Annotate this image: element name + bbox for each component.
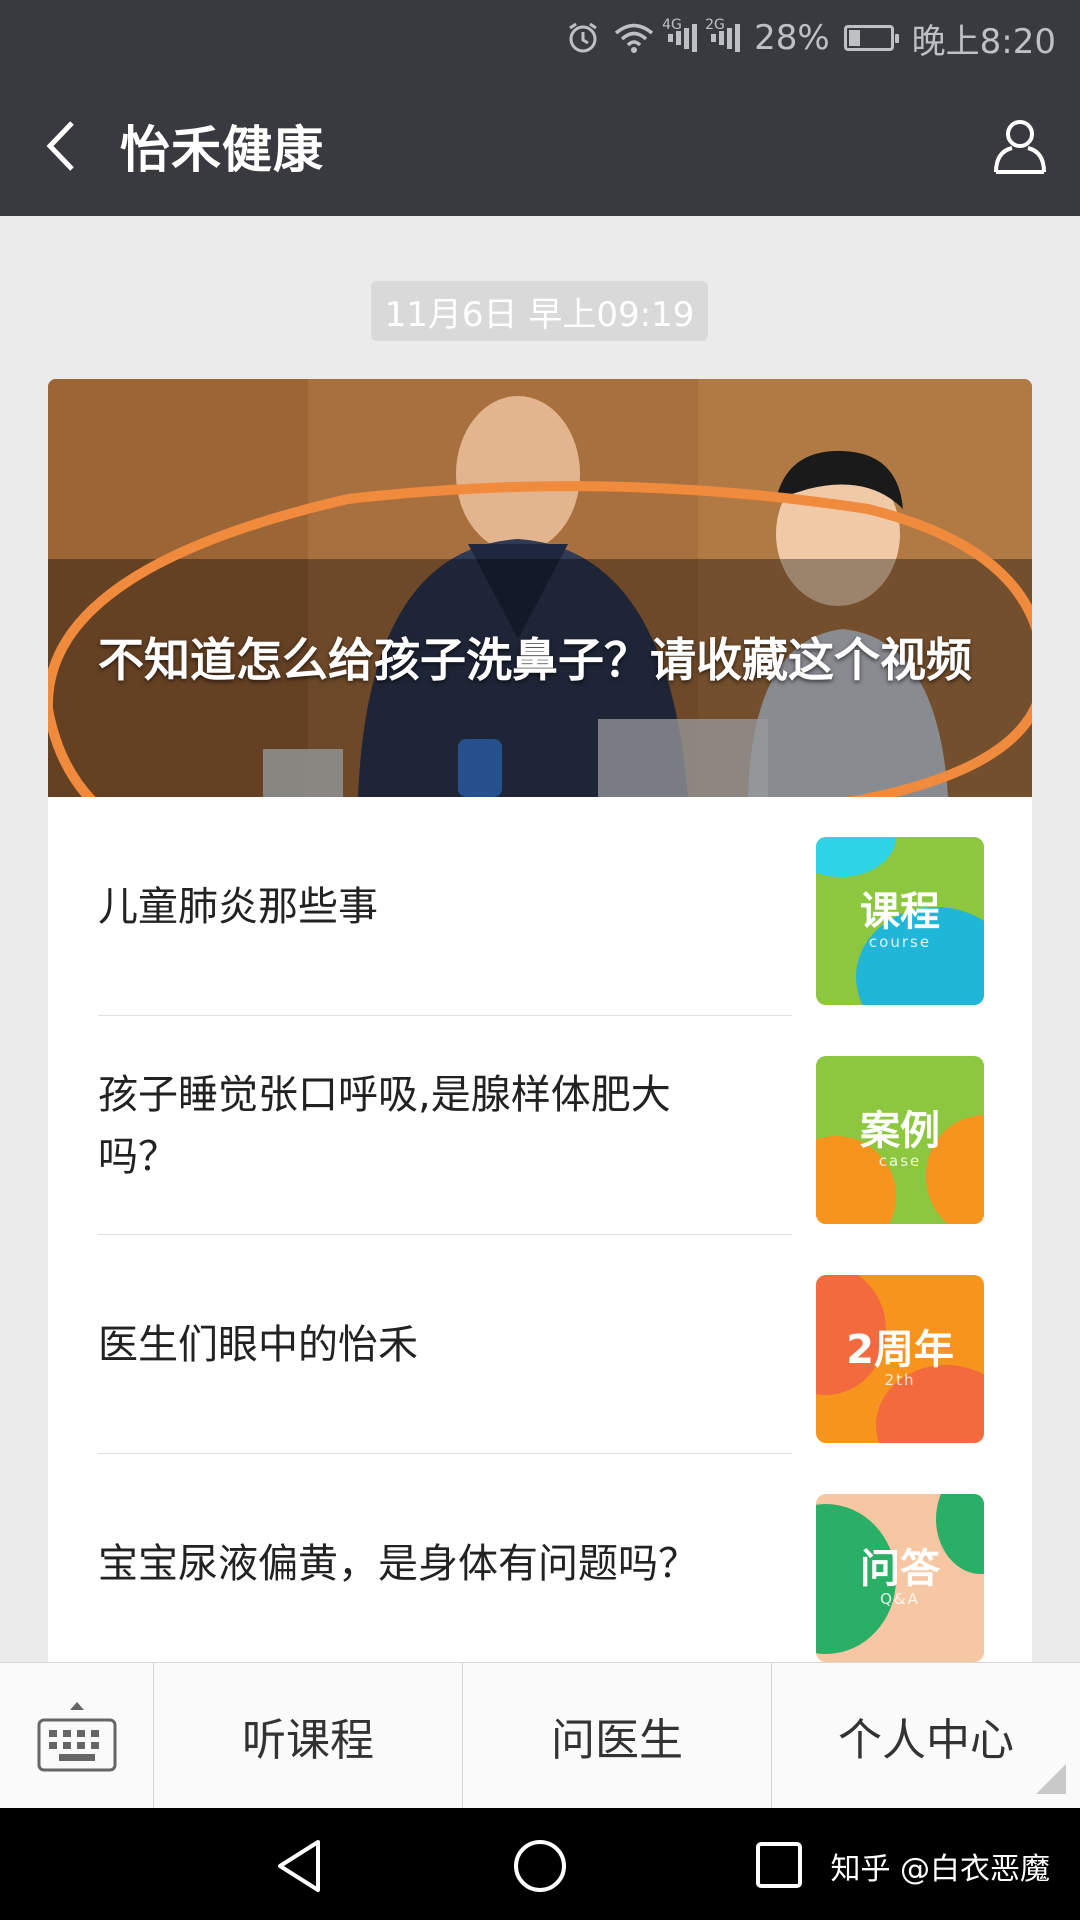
keyboard-icon	[37, 1702, 116, 1772]
thumb-label: 问答	[860, 1546, 940, 1592]
status-bar: 4G 2G 28% 晚上8:20	[0, 0, 1080, 76]
square-recents-icon	[756, 1842, 802, 1888]
article-title: 医生们眼中的怡禾	[98, 1321, 418, 1368]
person-icon	[994, 120, 1046, 174]
thumb-sublabel: course	[868, 933, 932, 951]
submenu-indicator-icon	[1036, 1764, 1066, 1794]
profile-button[interactable]	[960, 76, 1080, 216]
alarm-icon	[566, 21, 600, 55]
nav-home-button[interactable]	[510, 1836, 570, 1896]
watermark: 知乎 @白衣恶魔	[830, 1852, 1050, 1887]
article-item[interactable]: 医生们眼中的怡禾 2周年 2th	[48, 1235, 1032, 1454]
qa-thumbnail: 问答 Q&A	[816, 1494, 984, 1662]
article-title: 儿童肺炎那些事	[98, 883, 378, 930]
nav-recents-button[interactable]	[750, 1836, 810, 1896]
battery-percent: 28%	[754, 18, 830, 58]
thumb-label: 课程	[860, 889, 940, 935]
cover-article[interactable]: 不知道怎么给孩子洗鼻子？请收藏这个视频	[48, 379, 1032, 797]
thumb-sublabel: 2th	[884, 1371, 916, 1389]
menu-ask-doctor[interactable]: 问医生	[463, 1663, 772, 1808]
signal-4g-icon: 4G	[662, 17, 698, 53]
menu-listen-course[interactable]: 听课程	[154, 1663, 463, 1808]
thumb-sublabel: case	[878, 1152, 922, 1170]
wifi-icon	[614, 22, 654, 54]
clock: 晚上8:20	[911, 21, 1056, 62]
article-item[interactable]: 孩子睡觉张口呼吸,是腺样体肥大吗？ 案例 case	[48, 1016, 1032, 1235]
circle-home-icon	[514, 1840, 566, 1892]
thumb-label: 2周年	[846, 1327, 954, 1373]
system-nav-bar: 知乎 @白衣恶魔	[0, 1808, 1080, 1920]
keyboard-toggle-button[interactable]	[0, 1663, 154, 1809]
thumb-label: 案例	[860, 1108, 940, 1154]
article-title: 孩子睡觉张口呼吸,是腺样体肥大吗？	[98, 1071, 671, 1180]
article-title: 宝宝尿液偏黄，是身体有问题吗？	[98, 1540, 698, 1587]
article-item[interactable]: 宝宝尿液偏黄，是身体有问题吗？ 问答 Q&A	[48, 1454, 1032, 1662]
back-arrow-icon	[46, 121, 74, 171]
chat-area[interactable]: 11月6日 早上09:19 不知道怎么给孩子洗鼻子？请收藏这个视频 儿童肺炎那些…	[0, 216, 1080, 1662]
network-type-label: 2G	[705, 17, 725, 33]
case-thumbnail: 案例 case	[816, 1056, 984, 1224]
cover-image	[48, 379, 1032, 797]
menu-personal-center[interactable]: 个人中心	[772, 1663, 1080, 1808]
thumb-sublabel: Q&A	[880, 1590, 920, 1608]
cover-title: 不知道怎么给孩子洗鼻子？请收藏这个视频	[98, 633, 972, 687]
network-type-label: 4G	[662, 17, 682, 33]
anniversary-thumbnail: 2周年 2th	[816, 1275, 984, 1443]
message-timestamp: 11月6日 早上09:19	[371, 281, 708, 341]
triangle-back-icon	[278, 1840, 320, 1892]
battery-icon	[843, 25, 899, 51]
signal-2g-icon: 2G	[705, 17, 741, 53]
title-bar: 怡禾健康	[0, 76, 1080, 216]
custom-menu-bar: 听课程 问医生 个人中心	[0, 1662, 1080, 1809]
article-item[interactable]: 儿童肺炎那些事 课程 course	[48, 797, 1032, 1016]
page-title: 怡禾健康	[120, 121, 324, 179]
course-thumbnail: 课程 course	[816, 837, 984, 1005]
menu-personal-center-label: 个人中心	[838, 1714, 1014, 1766]
back-button[interactable]	[0, 76, 120, 216]
article-card: 不知道怎么给孩子洗鼻子？请收藏这个视频 儿童肺炎那些事 课程 course 孩子…	[48, 379, 1032, 1662]
nav-back-button[interactable]	[270, 1836, 330, 1896]
